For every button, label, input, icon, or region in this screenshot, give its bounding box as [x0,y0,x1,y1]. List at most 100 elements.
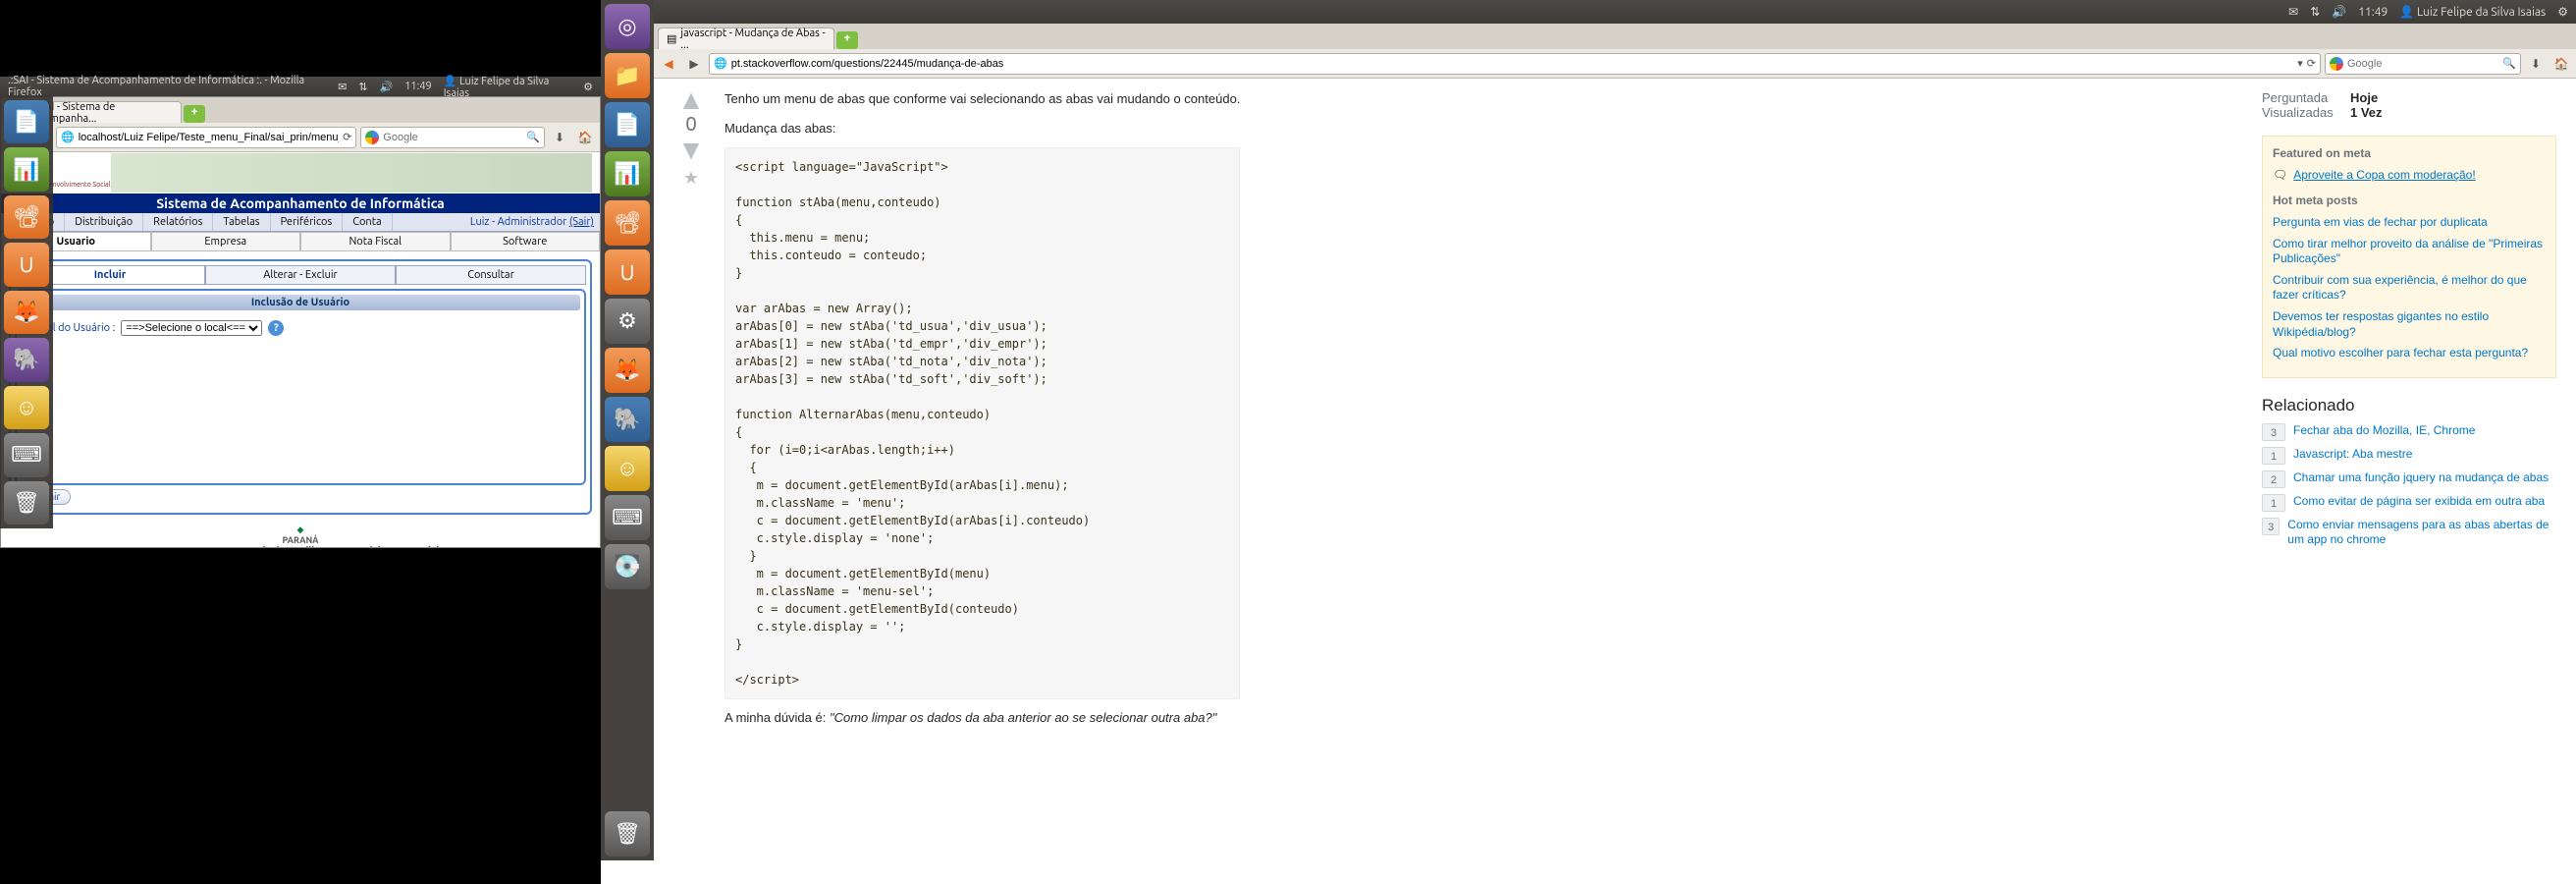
launcher-calc-icon[interactable]: 📊 [4,147,49,191]
sound-icon[interactable]: 🔊 [2332,5,2346,19]
hot-link[interactable]: Devemos ter respostas gigantes no estilo… [2273,309,2546,340]
search-input[interactable] [2347,58,2498,70]
subtab-alterar[interactable]: Alterar - Excluir [205,265,396,285]
related-link[interactable]: Javascript: Aba mestre [2293,447,2412,465]
meta-asked-label: Perguntada [2262,90,2350,105]
tab-empresa[interactable]: Empresa [151,232,301,251]
subtab-consultar[interactable]: Consultar [396,265,586,285]
upvote-button[interactable]: ▲ [673,90,709,110]
search-box[interactable]: 🔍 [360,127,545,148]
launcher-app-icon[interactable]: ☺ [4,386,49,429]
launcher-writer-icon[interactable]: 📄 [4,100,49,143]
menu-relatorios[interactable]: Relatórios [143,213,213,231]
related-count: 3 [2262,423,2285,441]
back-button[interactable]: ◀ [658,53,679,75]
menu-conta[interactable]: Conta [343,213,392,231]
related-link[interactable]: Como evitar de página ser exibida em out… [2293,494,2545,512]
search-input[interactable] [383,132,522,143]
launcher-software-icon[interactable]: U [605,249,650,295]
tab-software[interactable]: Software [451,232,601,251]
form-line: Local do Usuário : ==>Selecione o local<… [30,320,570,336]
launcher-impress-icon[interactable]: 📽 [4,195,49,239]
launcher-terminal-icon[interactable]: ⌨ [4,433,49,476]
launcher-writer-icon[interactable]: 📄 [605,102,650,147]
launcher-files-icon[interactable]: 📁 [605,53,650,98]
footer-line1: 2014 - SEDS - Secretaria da Familia e De… [162,545,440,547]
hot-link[interactable]: Pergunta em vias de fechar por duplicata [2273,215,2546,231]
search-icon[interactable]: 🔍 [2502,57,2516,70]
launcher-calc-icon[interactable]: 📊 [605,151,650,196]
mail-icon[interactable]: ✉ [2288,5,2298,19]
menu-perifericos[interactable]: Periféricos [271,213,344,231]
launcher-face-icon[interactable]: ☺ [605,446,650,491]
launcher-settings-icon[interactable]: ⚙ [605,299,650,344]
gear-icon[interactable]: ⚙ [2557,5,2568,19]
launcher-trash-icon[interactable]: 🗑 [605,811,650,856]
gear-icon[interactable]: ⚙ [583,81,593,93]
panel-head: Inclusão de Usuário [21,295,580,310]
launcher-terminal-icon[interactable]: ⌨ [605,495,650,540]
clock[interactable]: 11:49 [2358,6,2388,19]
network-icon[interactable]: ⇅ [2310,5,2320,19]
tabstrip: ▤ javascript - Mudança de Abas - ... + [654,24,2576,49]
browser-tab[interactable]: ▤ javascript - Mudança de Abas - ... [658,28,834,49]
sound-icon[interactable]: 🔊 [380,81,394,93]
window-title: .:SAI - Sistema de Acompanhamento de Inf… [8,75,326,98]
menu-tabelas[interactable]: Tabelas [213,213,270,231]
launcher-ubuntu-icon[interactable]: U [4,243,49,286]
search-icon[interactable]: 🔍 [526,131,540,143]
help-icon[interactable]: ? [268,320,284,336]
related-link[interactable]: Chamar uma função jquery na mudança de a… [2293,470,2549,488]
downvote-button[interactable]: ▼ [673,140,709,160]
launcher-firefox-icon[interactable]: 🦊 [605,348,650,393]
user-menu[interactable]: 👤 Luiz Felipe da Silva Isaias [2399,5,2546,19]
url-input[interactable] [731,58,2294,70]
reload-icon[interactable]: ⟳ [343,131,351,143]
launcher-impress-icon[interactable]: 📽 [605,200,650,246]
launcher-pgadmin-icon[interactable]: 🐘 [605,397,650,442]
related-link[interactable]: Fechar aba do Mozilla, IE, Chrome [2293,423,2475,441]
url-box[interactable]: 🌐 ▾ ⟳ [709,53,2321,75]
search-box[interactable]: 🔍 [2325,53,2521,75]
download-icon[interactable]: ⬇ [549,127,570,148]
launcher-db-icon[interactable]: 🐘 [4,338,49,381]
tab-label: javascript - Mudança de Abas - ... [680,28,826,51]
hot-link[interactable]: Contribuir com sua experiência, é melhor… [2273,273,2546,304]
banner-image [111,153,592,193]
code-block: <script language="JavaScript"> function … [724,147,1240,699]
related-item: 1Javascript: Aba mestre [2262,447,2556,465]
featured-link[interactable]: Aproveite a Copa com moderação! [2293,168,2475,182]
related-item: 2Chamar uma função jquery na mudança de … [2262,470,2556,488]
launcher-firefox-icon[interactable]: 🦊 [4,291,49,334]
local-select[interactable]: ==>Selecione o local<== [121,320,262,336]
download-icon[interactable]: ⬇ [2525,53,2547,75]
hot-link[interactable]: Como tirar melhor proveito da análise de… [2273,237,2546,267]
tab-notafiscal[interactable]: Nota Fiscal [300,232,451,251]
reload-icon[interactable]: ⟳ [2307,57,2316,70]
dropdown-icon[interactable]: ▾ [2297,57,2303,70]
right-top-panel: ✉ ⇅ 🔊 11:49 👤 Luiz Felipe da Silva Isaia… [654,0,2576,24]
hot-link[interactable]: Qual motivo escolher para fechar esta pe… [2273,346,2546,361]
new-tab-button[interactable]: + [836,31,858,49]
related-link[interactable]: Como enviar mensagens para as abas abert… [2287,518,2556,548]
launcher-dash-icon[interactable]: ◎ [605,4,650,49]
home-icon[interactable]: 🏠 [574,127,596,148]
home-icon[interactable]: 🏠 [2550,53,2572,75]
user-menu[interactable]: 👤 Luiz Felipe da Silva Isaias [444,75,571,99]
network-icon[interactable]: ⇅ [358,81,367,93]
favorite-star-icon[interactable]: ★ [673,168,709,189]
forward-button[interactable]: ▶ [683,53,705,75]
navbar: ◀ ▶ 🌐 ▾ ⟳ 🔍 ⬇ 🏠 [654,49,2576,79]
banner: PARANÁ SEDS Família e Desenvolvimento So… [1,152,600,193]
sair-link[interactable]: (Sair) [569,216,594,228]
menu-distribuicao[interactable]: Distribuição [65,213,143,231]
launcher-trash-icon[interactable]: 🗑 [4,481,49,525]
mail-icon[interactable]: ✉ [338,81,347,93]
url-box[interactable]: 🌐 ⟳ [56,127,356,148]
url-input[interactable] [79,132,339,143]
new-tab-button[interactable]: + [184,105,205,123]
globe-icon: 🌐 [61,131,75,143]
clock[interactable]: 11:49 [404,81,432,92]
meta-views-label: Visualizadas [2262,105,2350,120]
launcher-drive-icon[interactable]: 💽 [605,544,650,589]
